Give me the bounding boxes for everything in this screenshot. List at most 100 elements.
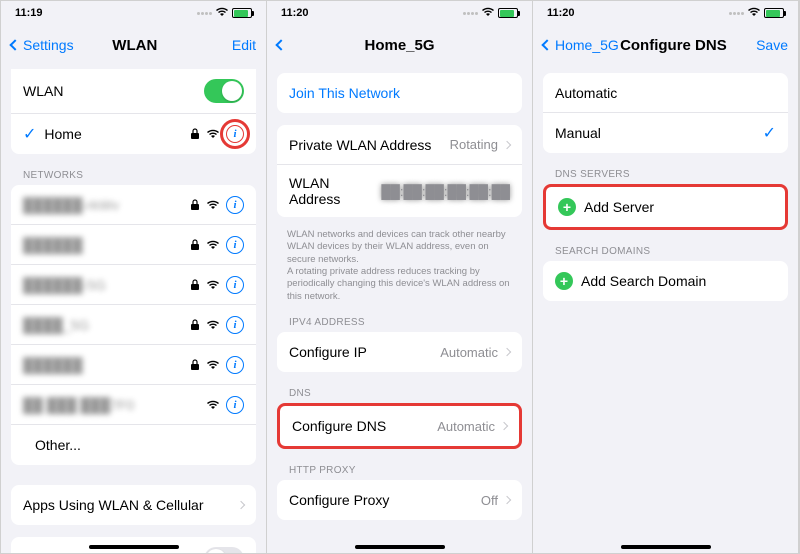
address-description: WLAN networks and devices can track othe… xyxy=(267,229,532,313)
cellular-icon xyxy=(729,12,744,15)
lock-icon xyxy=(190,199,200,211)
save-button[interactable]: Save xyxy=(728,37,788,53)
nav-bar: Home_5G xyxy=(267,25,532,65)
back-button[interactable] xyxy=(277,41,337,49)
automatic-row[interactable]: Automatic xyxy=(543,73,788,113)
chevron-left-icon xyxy=(541,39,552,50)
chevron-right-icon xyxy=(503,140,511,148)
configure-ip-row[interactable]: Configure IP Automatic xyxy=(277,332,522,372)
cellular-icon xyxy=(197,12,212,15)
network-name: ██████ xyxy=(23,357,190,373)
back-button[interactable]: Home_5G xyxy=(543,37,619,53)
chevron-right-icon xyxy=(500,422,508,430)
network-row[interactable]: ██████-rkWv i xyxy=(11,185,256,225)
nav-title: Home_5G xyxy=(337,37,462,54)
network-name: ██████-5G xyxy=(23,277,190,293)
apps-using-wlan-row[interactable]: Apps Using WLAN & Cellular xyxy=(11,485,256,525)
network-name: ██████ xyxy=(23,237,190,253)
home-indicator[interactable] xyxy=(621,545,711,549)
ipv4-header: IPV4 ADDRESS xyxy=(267,313,532,332)
edit-button[interactable]: Edit xyxy=(196,37,256,53)
toggle-label: WLAN xyxy=(23,83,204,99)
private-address-row[interactable]: Private WLAN Address Rotating xyxy=(277,125,522,165)
info-icon[interactable]: i xyxy=(226,316,244,334)
home-indicator[interactable] xyxy=(89,545,179,549)
plus-icon: + xyxy=(555,272,573,290)
info-icon[interactable]: i xyxy=(226,276,244,294)
plus-icon: + xyxy=(558,198,576,216)
lock-icon xyxy=(190,239,200,251)
check-icon: ✓ xyxy=(23,124,36,144)
status-icons xyxy=(197,6,252,20)
network-row[interactable]: ██ ███ ███7F0 i xyxy=(11,385,256,425)
battery-icon xyxy=(764,8,784,18)
status-time: 11:20 xyxy=(281,7,309,19)
connected-name: Home xyxy=(44,126,190,142)
manual-row[interactable]: Manual ✓ xyxy=(543,113,788,153)
add-search-domain-row[interactable]: + Add Search Domain xyxy=(543,261,788,301)
network-name: ██████-rkWv xyxy=(23,197,190,213)
wifi-icon xyxy=(206,126,220,142)
wlan-toggle-row[interactable]: WLAN xyxy=(11,69,256,114)
dns-servers-header: DNS SERVERS xyxy=(533,165,798,184)
network-name: ████_5G xyxy=(23,317,190,333)
network-row[interactable]: ████_5G i xyxy=(11,305,256,345)
battery-icon xyxy=(232,8,252,18)
join-network-row[interactable]: Join This Network xyxy=(277,73,522,113)
wifi-icon xyxy=(747,6,761,20)
status-bar: 11:20 xyxy=(267,1,532,25)
nav-bar: Settings WLAN Edit xyxy=(1,25,266,65)
search-domains-header: SEARCH DOMAINS xyxy=(533,242,798,261)
wifi-icon xyxy=(481,6,495,20)
screen-configure-dns: 11:20 Home_5G Configure DNS Save Automat… xyxy=(533,1,799,553)
wlan-switch[interactable] xyxy=(204,79,244,103)
configure-dns-row[interactable]: Configure DNS Automatic xyxy=(280,406,519,446)
lock-icon xyxy=(190,128,200,140)
network-row[interactable]: ██████ i xyxy=(11,345,256,385)
dns-header: DNS xyxy=(267,384,532,403)
back-button[interactable]: Settings xyxy=(11,37,74,53)
info-icon[interactable]: i xyxy=(226,356,244,374)
wifi-icon xyxy=(206,357,220,373)
info-icon[interactable]: i xyxy=(226,196,244,214)
status-bar: 11:20 xyxy=(533,1,798,25)
connected-network-row[interactable]: ✓ Home i xyxy=(11,114,256,154)
network-name: ██ ███ ███7F0 xyxy=(23,397,206,413)
wifi-icon xyxy=(206,197,220,213)
chevron-left-icon xyxy=(9,39,20,50)
add-server-row[interactable]: + Add Server xyxy=(546,187,785,227)
info-icon[interactable]: i xyxy=(226,125,244,143)
lock-icon xyxy=(190,319,200,331)
network-row[interactable]: ██████-5G i xyxy=(11,265,256,305)
chevron-right-icon xyxy=(237,501,245,509)
home-indicator[interactable] xyxy=(355,545,445,549)
wlan-address-row: WLAN Address ██:██:██:██:██:██ xyxy=(277,165,522,217)
screen-network-detail: 11:20 Home_5G Join This Network Private … xyxy=(267,1,533,553)
info-icon[interactable]: i xyxy=(226,236,244,254)
info-icon[interactable]: i xyxy=(226,396,244,414)
wifi-icon xyxy=(206,317,220,333)
battery-icon xyxy=(498,8,518,18)
nav-title: Configure DNS xyxy=(619,37,728,54)
wifi-icon xyxy=(206,397,220,413)
cellular-icon xyxy=(463,12,478,15)
wifi-icon xyxy=(206,277,220,293)
screen-wlan: 11:19 Settings WLAN Edit WLAN ✓ Home i xyxy=(1,1,267,553)
proxy-header: HTTP PROXY xyxy=(267,461,532,480)
lock-icon xyxy=(190,279,200,291)
wapi-switch[interactable] xyxy=(204,547,244,553)
status-time: 11:19 xyxy=(15,7,43,19)
networks-header: NETWORKS xyxy=(1,166,266,185)
chevron-right-icon xyxy=(503,496,511,504)
chevron-left-icon xyxy=(275,39,286,50)
lock-icon xyxy=(190,359,200,371)
status-bar: 11:19 xyxy=(1,1,266,25)
wifi-icon xyxy=(206,237,220,253)
nav-title: WLAN xyxy=(74,37,196,54)
other-network-row[interactable]: Other... xyxy=(11,425,256,465)
chevron-right-icon xyxy=(503,348,511,356)
check-icon: ✓ xyxy=(763,123,776,143)
network-row[interactable]: ██████ i xyxy=(11,225,256,265)
configure-proxy-row[interactable]: Configure Proxy Off xyxy=(277,480,522,520)
status-time: 11:20 xyxy=(547,7,575,19)
